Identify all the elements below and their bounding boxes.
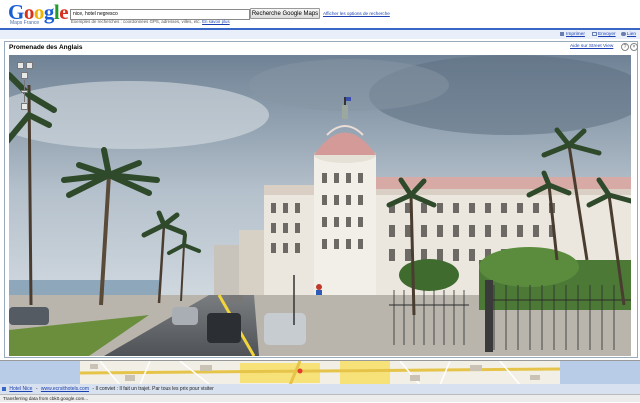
panel-title: Promenade des Anglais bbox=[9, 44, 83, 51]
print-icon bbox=[560, 32, 564, 36]
search-hint-link[interactable]: En savoir plus bbox=[202, 19, 230, 24]
streetview-scene bbox=[9, 55, 631, 356]
logo-subtitle: Maps France bbox=[10, 20, 40, 26]
close-icon[interactable]: × bbox=[630, 43, 638, 51]
ad-icon bbox=[2, 386, 6, 391]
google-logo[interactable]: Google bbox=[8, 0, 69, 24]
link-icon bbox=[621, 32, 626, 36]
rotate-right-button[interactable] bbox=[26, 62, 33, 69]
streetview-help-link[interactable]: Aide sur Street View bbox=[570, 44, 613, 49]
rotate-left-button[interactable] bbox=[17, 62, 24, 69]
mail-icon bbox=[592, 32, 597, 36]
logo-letter: o bbox=[23, 0, 35, 24]
streetview-image[interactable] bbox=[9, 55, 631, 356]
ad-sep: - bbox=[35, 386, 38, 392]
map-preview[interactable] bbox=[0, 360, 640, 385]
link-link[interactable]: Lien bbox=[627, 32, 636, 37]
search-hint-text: Exemples de recherches : coordonnées GPS… bbox=[71, 19, 201, 24]
map-tiles bbox=[0, 361, 640, 385]
streetview-controls bbox=[17, 62, 35, 122]
footer-ad: Hotel Nice - www.ecrsithotels.com - Il c… bbox=[0, 384, 640, 394]
hotel-nice-link[interactable]: Hotel Nice bbox=[9, 386, 32, 392]
logo-letter: o bbox=[33, 0, 45, 24]
search-hint: Exemples de recherches : coordonnées GPS… bbox=[71, 19, 230, 24]
status-bar: Transferring data from cbk0.google.com..… bbox=[0, 394, 640, 402]
search-options-link[interactable]: Afficher les options de recherche bbox=[323, 11, 390, 16]
header: Google Maps France Recherche Google Maps… bbox=[0, 0, 640, 28]
logo-letter: G bbox=[8, 0, 24, 24]
ad-text: - Il conviet : Il fait un trajet. Par to… bbox=[92, 386, 214, 392]
ad-url-link[interactable]: www.ecrsithotels.com bbox=[41, 386, 89, 392]
zoom-slider-handle[interactable] bbox=[21, 90, 28, 93]
zoom-out-button[interactable] bbox=[21, 103, 28, 110]
help-icon[interactable]: ? bbox=[621, 43, 629, 51]
search-button[interactable]: Recherche Google Maps bbox=[250, 8, 320, 19]
zoom-in-button[interactable] bbox=[21, 72, 28, 79]
toolbar: Imprimer Envoyer Lien bbox=[0, 30, 640, 39]
logo-letter: e bbox=[59, 0, 69, 24]
print-link[interactable]: Imprimer bbox=[566, 32, 585, 37]
send-link[interactable]: Envoyer bbox=[598, 32, 616, 37]
logo-letter: g bbox=[43, 0, 55, 24]
